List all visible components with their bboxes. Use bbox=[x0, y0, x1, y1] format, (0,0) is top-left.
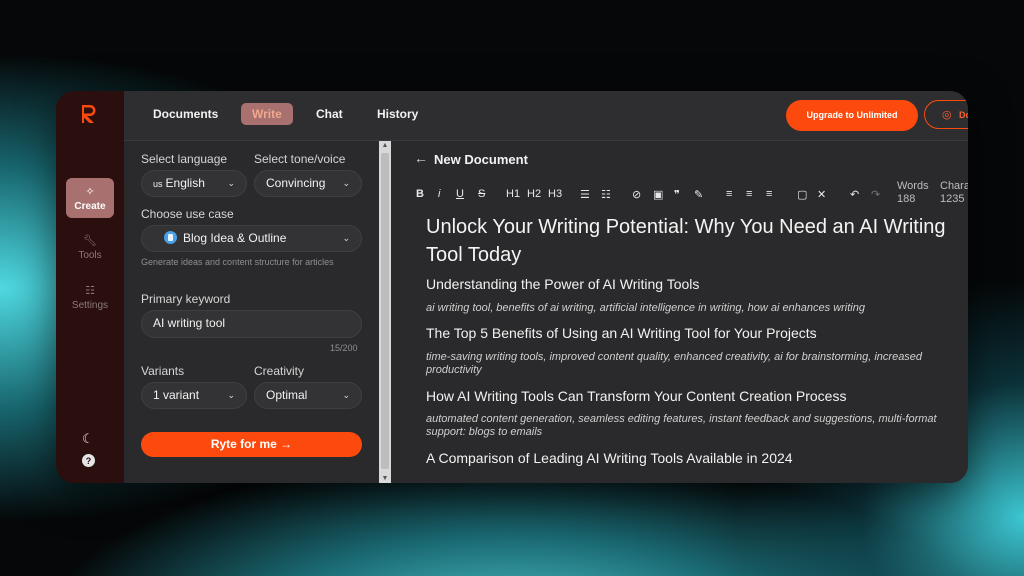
char-count: Chara 1235 bbox=[940, 180, 968, 206]
usecase-select[interactable]: Blog Idea & Outline ⌄ bbox=[141, 225, 362, 252]
chars-value: 1235 bbox=[940, 193, 965, 205]
words-label: Words bbox=[897, 180, 929, 192]
section-keywords[interactable]: automated content generation, seamless e… bbox=[426, 413, 946, 439]
chars-label: Chara bbox=[940, 180, 968, 192]
tone-label: Select tone/voice bbox=[254, 152, 346, 166]
chevron-down-icon: ⌄ bbox=[342, 390, 350, 400]
clear-format-icon[interactable]: ✕ bbox=[817, 188, 826, 201]
variants-select[interactable]: 1 variant ⌄ bbox=[141, 382, 247, 409]
variants-value: 1 variant bbox=[153, 388, 200, 402]
undo-icon[interactable]: ↶ bbox=[850, 188, 859, 201]
svg-text:?: ? bbox=[86, 456, 92, 466]
upgrade-button[interactable]: Upgrade to Unlimited bbox=[786, 100, 918, 131]
scroll-down-icon[interactable]: ▼ bbox=[379, 475, 391, 482]
document-icon bbox=[164, 231, 177, 244]
ryte-for-me-button[interactable]: Ryte for me → bbox=[141, 432, 362, 457]
sliders-icon: ☷ bbox=[85, 285, 95, 297]
quote-icon[interactable]: ❞ bbox=[674, 188, 680, 201]
tab-chat[interactable]: Chat bbox=[316, 107, 343, 121]
scroll-up-icon[interactable]: ▲ bbox=[379, 142, 391, 149]
variants-label: Variants bbox=[141, 364, 185, 378]
language-select[interactable]: us English ⌄ bbox=[141, 170, 247, 197]
rail-item-label: Settings bbox=[71, 300, 109, 311]
moon-icon[interactable]: ☾ bbox=[82, 431, 94, 447]
tab-history[interactable]: History bbox=[377, 107, 418, 121]
us-flag: us bbox=[153, 179, 163, 189]
arrow-left-icon[interactable]: ← bbox=[414, 150, 428, 166]
align-right-icon[interactable]: ≡ bbox=[766, 188, 772, 200]
side-rail: ✧ Create 🔧︎ Tools ☷ Settings ☾ ? bbox=[56, 91, 124, 483]
tone-select[interactable]: Convincing ⌄ bbox=[254, 170, 362, 197]
h1-button[interactable]: H1 bbox=[506, 188, 520, 200]
rail-item-label: Create bbox=[74, 201, 106, 212]
chevron-down-icon: ⌄ bbox=[227, 390, 235, 400]
words-value: 188 bbox=[897, 193, 916, 205]
word-count: Words 188 bbox=[897, 180, 929, 206]
usecase-value: Blog Idea & Outline bbox=[183, 231, 287, 245]
app-window: ✧ Create 🔧︎ Tools ☷ Settings ☾ ? Documen… bbox=[56, 91, 968, 483]
section-heading[interactable]: The Top 5 Benefits of Using an AI Writin… bbox=[426, 325, 817, 341]
chrome-icon: ◎ bbox=[942, 109, 952, 121]
creativity-select[interactable]: Optimal ⌄ bbox=[254, 382, 362, 409]
section-heading[interactable]: A Comparison of Leading AI Writing Tools… bbox=[426, 450, 793, 466]
bullet-list-icon[interactable]: ☰ bbox=[580, 188, 590, 201]
document-title: New Document bbox=[434, 152, 528, 167]
h3-button[interactable]: H3 bbox=[548, 188, 562, 200]
language-value: English bbox=[165, 176, 205, 190]
document-headline[interactable]: Unlock Your Writing Potential: Why You N… bbox=[426, 213, 946, 269]
image-icon[interactable]: ▣ bbox=[653, 188, 663, 201]
section-keywords[interactable]: ai writing tool, benefits of ai writing,… bbox=[426, 302, 946, 315]
rail-item-tools[interactable]: 🔧︎ Tools bbox=[66, 234, 114, 261]
rail-item-settings[interactable]: ☷ Settings bbox=[66, 284, 114, 311]
top-bar: Documents Write Chat History Upgrade to … bbox=[124, 91, 968, 141]
keyword-value: AI writing tool bbox=[153, 316, 226, 330]
creativity-label: Creativity bbox=[254, 364, 305, 378]
keyword-label: Primary keyword bbox=[141, 292, 231, 306]
tab-documents[interactable]: Documents bbox=[153, 107, 218, 121]
sparkle-icon: ✧ bbox=[85, 186, 95, 198]
h2-button[interactable]: H2 bbox=[527, 188, 541, 200]
rytr-logo-icon[interactable] bbox=[80, 104, 98, 124]
underline-button[interactable]: U bbox=[456, 188, 464, 200]
redo-icon[interactable]: ↷ bbox=[871, 188, 880, 201]
form-scrollbar[interactable]: ▲ ▼ bbox=[379, 141, 391, 483]
download-extension-button[interactable]: ◎ Download Extens bbox=[924, 100, 968, 129]
usecase-hint: Generate ideas and content structure for… bbox=[141, 257, 334, 267]
unlink-icon[interactable]: ⊘ bbox=[632, 188, 641, 201]
scroll-thumb[interactable] bbox=[381, 153, 389, 469]
section-heading[interactable]: Understanding the Power of AI Writing To… bbox=[426, 276, 699, 292]
section-keywords[interactable]: time-saving writing tools, improved cont… bbox=[426, 351, 946, 377]
strikethrough-button[interactable]: S bbox=[478, 188, 485, 200]
document-editor: ← New Document B i U S H1 H2 H3 ☰ ☷ ⊘ ▣ … bbox=[392, 141, 968, 483]
generator-form: Select language Select tone/voice us Engl… bbox=[124, 141, 378, 483]
wrench-icon: 🔧︎ bbox=[83, 235, 97, 247]
align-center-icon[interactable]: ≡ bbox=[746, 188, 752, 200]
rail-item-create[interactable]: ✧ Create bbox=[66, 178, 114, 218]
chevron-down-icon: ⌄ bbox=[342, 233, 350, 243]
italic-button[interactable]: i bbox=[438, 188, 440, 200]
highlight-icon[interactable]: ✎ bbox=[694, 188, 703, 201]
rail-item-label: Tools bbox=[78, 250, 102, 261]
embed-icon[interactable]: ▢ bbox=[797, 188, 807, 201]
bold-button[interactable]: B bbox=[416, 188, 424, 200]
usecase-label: Choose use case bbox=[141, 207, 234, 221]
language-label: Select language bbox=[141, 152, 228, 166]
chevron-down-icon: ⌄ bbox=[227, 178, 235, 188]
creativity-value: Optimal bbox=[266, 388, 308, 402]
tone-value: Convincing bbox=[266, 176, 326, 190]
keyword-counter: 15/200 bbox=[330, 343, 358, 353]
tab-write[interactable]: Write bbox=[241, 103, 293, 125]
keyword-input[interactable]: AI writing tool bbox=[141, 310, 362, 338]
numbered-list-icon[interactable]: ☷ bbox=[601, 188, 611, 201]
help-icon[interactable]: ? bbox=[82, 454, 95, 470]
chevron-down-icon: ⌄ bbox=[342, 178, 350, 188]
section-heading[interactable]: How AI Writing Tools Can Transform Your … bbox=[426, 388, 846, 404]
align-left-icon[interactable]: ≡ bbox=[726, 188, 732, 200]
download-label: Download Extens bbox=[959, 110, 968, 120]
